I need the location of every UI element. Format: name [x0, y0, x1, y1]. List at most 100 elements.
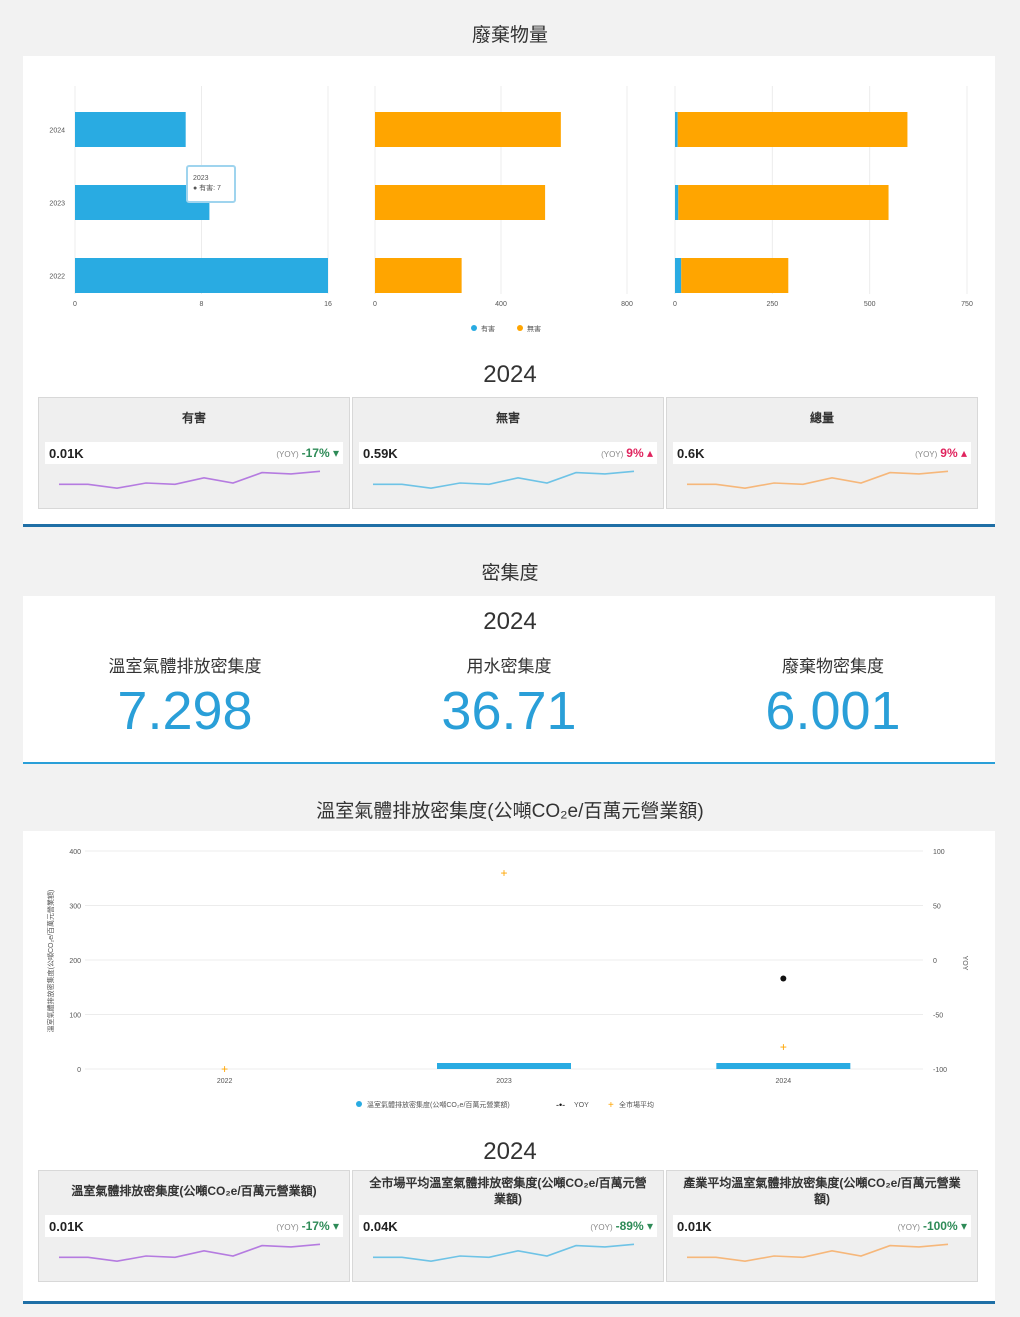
- waste-card[interactable]: 無害 0.59K (YOY) 9% ▴: [352, 397, 664, 509]
- ghg-right-axis-label: YOY: [961, 956, 968, 971]
- legend-marker: [471, 325, 477, 331]
- ghg-year: 2024: [483, 1138, 537, 1165]
- legend-marker: [356, 1101, 362, 1107]
- legend-label: 溫室氣體排放密集度(公噸CO₂e/百萬元營業額): [367, 1100, 510, 1109]
- ghg-x-tick: 2022: [217, 1078, 233, 1085]
- card-yoy-label: (YOY): [601, 450, 624, 459]
- ghg-bar[interactable]: [716, 1063, 851, 1069]
- ghg-combo-chart: 0 100 200 300 400 -100 -50 0 50 100 溫室氣體排放密集度(公噸CO…: [46, 849, 968, 1111]
- ghg-legend[interactable]: 溫室氣體排放密集度(公噸CO₂e/百萬元營業額) -•- YOY + 全市場平均: [356, 1100, 654, 1111]
- waste-y-tick: 2023: [49, 201, 65, 208]
- card-title: 產業平均溫室氣體排放密集度(公噸CO₂e/百萬元營業額): [683, 1176, 961, 1206]
- legend-label: 有害: [481, 324, 495, 333]
- legend-marker: [517, 325, 523, 331]
- tooltip-value: ● 有害: 7: [193, 183, 221, 192]
- waste-x-tick: 400: [495, 301, 507, 308]
- ghg-bar[interactable]: [437, 1063, 571, 1069]
- card-sparkline: [59, 470, 321, 490]
- waste-x-tick: 250: [766, 301, 778, 308]
- waste-total-bar[interactable]: [675, 112, 678, 147]
- card-value-row: 0.59K (YOY) 9% ▴: [359, 442, 657, 464]
- ghg-left-tick: 400: [69, 849, 81, 856]
- ghg-market-avg-point[interactable]: +: [780, 1040, 787, 1054]
- card-sparkline: [59, 1243, 321, 1263]
- ghg-card[interactable]: 溫室氣體排放密集度(公噸CO₂e/百萬元營業額) 0.01K (YOY) -17% ▾: [38, 1170, 350, 1282]
- card-yoy-label: (YOY): [897, 1223, 920, 1232]
- waste-bar[interactable]: [75, 258, 328, 293]
- card-title: 溫室氣體排放密集度(公噸CO₂e/百萬元營業額): [71, 1184, 317, 1198]
- kpi-ghg-value: 7.298: [117, 681, 253, 741]
- sparkline-path: [373, 470, 635, 490]
- waste-y-tick: 2022: [49, 274, 65, 281]
- card-yoy: (YOY) 9% ▴: [915, 446, 967, 460]
- ghg-card[interactable]: 全市場平均溫室氣體排放密集度(公噸CO₂e/百萬元營業額) 0.04K (YOY) -…: [352, 1170, 664, 1282]
- waste-card[interactable]: 總量 0.6K (YOY) 9% ▴: [666, 397, 978, 509]
- ghg-market-avg-point[interactable]: +: [500, 866, 507, 880]
- intensity-panel: 2024 溫室氣體排放密集度 7.298 用水密集度 36.71 廢棄物密集度 …: [23, 596, 995, 762]
- ghg-left-tick: 200: [69, 958, 81, 965]
- waste-bar[interactable]: [375, 112, 561, 147]
- card-title: 無害: [495, 411, 520, 425]
- waste-x-tick: 16: [324, 301, 332, 308]
- card-value: 0.6K: [677, 445, 705, 461]
- card-value-row: 0.01K (YOY) -17% ▾: [45, 1215, 343, 1237]
- legend-label: 全市場平均: [619, 1100, 654, 1109]
- waste-total-bar[interactable]: [675, 258, 682, 293]
- kpi-water-value: 36.71: [441, 681, 577, 741]
- waste-x-tick: 0: [673, 301, 677, 308]
- card-value: 0.01K: [49, 445, 84, 461]
- ghg-card[interactable]: 產業平均溫室氣體排放密集度(公噸CO₂e/百萬元營業額) 0.01K (YOY) -1…: [666, 1170, 978, 1282]
- card-yoy-label: (YOY): [276, 450, 299, 459]
- waste-x-tick: 0: [73, 301, 77, 308]
- card-value-row: 0.01K (YOY) -17% ▾: [45, 442, 343, 464]
- waste-x-tick: 750: [961, 301, 973, 308]
- card-title: 總量: [809, 411, 834, 425]
- card-yoy: (YOY) -89% ▾: [590, 1219, 653, 1233]
- sparkline-path: [59, 1243, 321, 1263]
- card-yoy: (YOY) -17% ▾: [276, 1219, 339, 1233]
- waste-bar[interactable]: [75, 112, 186, 147]
- card-yoy: (YOY) -17% ▾: [276, 446, 339, 460]
- ghg-left-tick: 0: [77, 1067, 81, 1074]
- legend-marker: +: [608, 1100, 614, 1111]
- legend-label: 無害: [527, 324, 541, 333]
- kpi-ghg-label: 溫室氣體排放密集度: [108, 657, 262, 676]
- ghg-market-avg-point[interactable]: +: [221, 1062, 228, 1076]
- kpi-waste-value: 6.001: [765, 681, 901, 741]
- waste-legend[interactable]: 有害 無害: [471, 324, 541, 333]
- card-sparkline: [373, 470, 635, 490]
- sparkline-path: [59, 470, 321, 490]
- card-value-row: 0.04K (YOY) -89% ▾: [359, 1215, 657, 1237]
- waste-section-title: 廢棄物量: [471, 25, 548, 46]
- waste-total-bar[interactable]: [681, 258, 789, 293]
- ghg-left-tick: 100: [69, 1013, 81, 1020]
- waste-card[interactable]: 有害 0.01K (YOY) -17% ▾: [38, 397, 350, 509]
- waste-bar-charts: 0 8 162024202320220 400 800 0 250 500 7502023● 有…: [49, 86, 973, 333]
- waste-total-bar[interactable]: [678, 185, 889, 220]
- intensity-section-title: 密集度: [481, 563, 539, 584]
- card-value: 0.01K: [677, 1218, 712, 1234]
- kpi-waste-label: 廢棄物密集度: [782, 657, 884, 676]
- waste-x-tick: 800: [621, 301, 633, 308]
- ghg-right-tick: 100: [933, 849, 945, 856]
- waste-total-bar[interactable]: [677, 112, 908, 147]
- ghg-x-tick: 2023: [496, 1078, 512, 1085]
- ghg-divider: [23, 1301, 995, 1304]
- ghg-left-tick: 300: [69, 904, 81, 911]
- ghg-yoy-point[interactable]: [780, 975, 787, 982]
- ghg-left-axis-label: 溫室氣體排放密集度(公噸CO₂e/百萬元營業額): [46, 890, 55, 1033]
- intensity-year: 2024: [483, 608, 537, 635]
- waste-year: 2024: [483, 361, 537, 388]
- waste-bar[interactable]: [375, 185, 546, 220]
- card-value-row: 0.6K (YOY) 9% ▴: [673, 442, 971, 464]
- waste-total-bar[interactable]: [675, 185, 679, 220]
- waste-divider: [23, 524, 995, 527]
- card-sparkline: [373, 1243, 635, 1263]
- ghg-x-tick: 2024: [776, 1078, 792, 1085]
- card-yoy: (YOY) -100% ▾: [897, 1219, 967, 1233]
- card-value: 0.04K: [363, 1218, 398, 1234]
- kpi-water-label: 用水密集度: [466, 657, 552, 676]
- waste-y-tick: 2024: [49, 128, 65, 135]
- card-yoy-label: (YOY): [276, 1223, 299, 1232]
- waste-bar[interactable]: [375, 258, 462, 293]
